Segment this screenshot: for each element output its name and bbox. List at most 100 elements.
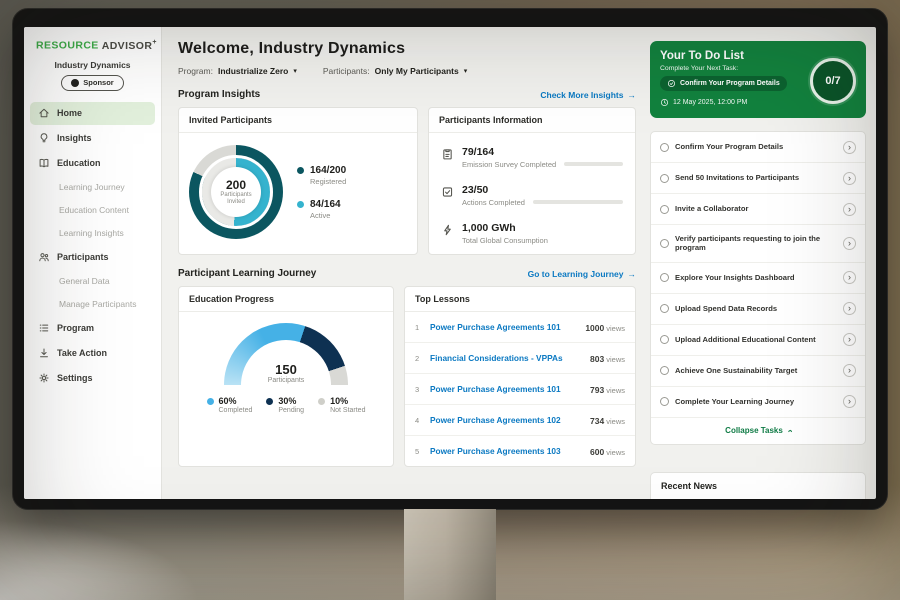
participants-filter-label: Participants: bbox=[323, 66, 370, 76]
task-row[interactable]: Explore Your Insights Dashboard › bbox=[651, 263, 865, 294]
program-insights-header: Program Insights Check More Insights → bbox=[178, 89, 636, 100]
task-label: Explore Your Insights Dashboard bbox=[675, 273, 837, 283]
program-filter[interactable]: Program: Industrialize Zero ▾ bbox=[178, 66, 297, 76]
check-more-insights-link[interactable]: Check More Insights → bbox=[540, 90, 636, 100]
link-label: Check More Insights bbox=[540, 90, 623, 100]
task-row[interactable]: Send 50 Invitations to Participants › bbox=[651, 163, 865, 194]
legend-dot bbox=[266, 398, 273, 405]
sidebar-item-education-content[interactable]: Education Content bbox=[30, 200, 155, 221]
legend-completed: 60% Completed bbox=[207, 396, 253, 414]
task-row[interactable]: Invite a Collaborator › bbox=[651, 194, 865, 225]
lesson-views: 600views bbox=[590, 442, 625, 460]
sidebar-item-manage-participants[interactable]: Manage Participants bbox=[30, 294, 155, 315]
invited-count-label: Participants Invited bbox=[218, 192, 254, 207]
sidebar-item-program[interactable]: Program bbox=[30, 317, 155, 340]
learning-journey-header: Participant Learning Journey Go to Learn… bbox=[178, 268, 636, 279]
lesson-link[interactable]: Power Purchase Agreements 101 bbox=[430, 384, 583, 394]
education-count: 150 bbox=[224, 362, 348, 377]
go-to-learning-journey-link[interactable]: Go to Learning Journey → bbox=[528, 269, 636, 279]
participants-filter[interactable]: Participants: Only My Participants ▾ bbox=[323, 66, 467, 76]
task-checkbox[interactable] bbox=[660, 335, 669, 344]
info-row-consumption: 1,000 GWh Total Global Consumption bbox=[441, 214, 623, 252]
nav-label: Take Action bbox=[57, 348, 107, 358]
sponsor-badge-icon bbox=[71, 79, 79, 87]
sidebar-item-home[interactable]: Home bbox=[30, 102, 155, 125]
task-checkbox[interactable] bbox=[660, 366, 669, 375]
sidebar-item-education[interactable]: Education bbox=[30, 152, 155, 175]
sidebar-item-general-data[interactable]: General Data bbox=[30, 271, 155, 292]
chevron-right-icon[interactable]: › bbox=[843, 333, 856, 346]
background-highlight bbox=[0, 520, 200, 600]
chevron-right-icon[interactable]: › bbox=[843, 302, 856, 315]
progress-bar bbox=[564, 162, 623, 166]
lesson-row: 4 Power Purchase Agreements 102 734views bbox=[405, 405, 635, 436]
task-row[interactable]: Upload Additional Educational Content › bbox=[651, 325, 865, 356]
chevron-right-icon[interactable]: › bbox=[843, 271, 856, 284]
arrow-right-icon: → bbox=[628, 90, 637, 100]
card-title: Education Progress bbox=[179, 287, 393, 312]
brand-logo-secondary: ADVISOR bbox=[102, 40, 153, 52]
task-checkbox[interactable] bbox=[660, 143, 669, 152]
next-task-label: Confirm Your Program Details bbox=[680, 80, 780, 87]
task-checkbox[interactable] bbox=[660, 174, 669, 183]
task-checkbox[interactable] bbox=[660, 273, 669, 282]
participants-filter-value: Only My Participants bbox=[375, 66, 459, 76]
nav-label: Insights bbox=[57, 133, 92, 143]
list-icon bbox=[38, 322, 50, 334]
brand-logo: RESOURCEADVISOR+ bbox=[24, 37, 161, 58]
sponsor-badge[interactable]: Sponsor bbox=[61, 75, 123, 91]
registered-value: 164/200 bbox=[310, 165, 346, 176]
chevron-right-icon[interactable]: › bbox=[843, 237, 856, 250]
task-row[interactable]: Upload Spend Data Records › bbox=[651, 294, 865, 325]
arrow-right-icon: → bbox=[628, 269, 637, 279]
lesson-link[interactable]: Power Purchase Agreements 102 bbox=[430, 415, 583, 425]
chevron-right-icon[interactable]: › bbox=[843, 203, 856, 216]
active-label: Active bbox=[310, 211, 341, 220]
task-row[interactable]: Complete Your Learning Journey › bbox=[651, 387, 865, 418]
task-checkbox[interactable] bbox=[660, 205, 669, 214]
task-label: Send 50 Invitations to Participants bbox=[675, 173, 837, 183]
task-label: Verify participants requesting to join t… bbox=[675, 234, 837, 254]
collapse-tasks-button[interactable]: Collapse Tasks › bbox=[651, 418, 865, 444]
task-label: Achieve One Sustainability Target bbox=[675, 366, 837, 376]
chevron-right-icon[interactable]: › bbox=[843, 395, 856, 408]
not-started-label: Not Started bbox=[330, 407, 365, 414]
main-content: Welcome, Industry Dynamics Program: Indu… bbox=[162, 27, 648, 499]
chevron-right-icon[interactable]: › bbox=[843, 364, 856, 377]
task-row[interactable]: Confirm Your Program Details › bbox=[651, 132, 865, 163]
task-checkbox[interactable] bbox=[660, 397, 669, 406]
sidebar-item-insights[interactable]: Insights bbox=[30, 127, 155, 150]
lessons-list: 1 Power Purchase Agreements 101 1000view… bbox=[405, 312, 635, 466]
home-icon bbox=[38, 107, 50, 119]
legend-pending: 30% Pending bbox=[266, 396, 304, 414]
task-row[interactable]: Achieve One Sustainability Target › bbox=[651, 356, 865, 387]
completed-label: Completed bbox=[219, 407, 253, 414]
consumption-value: 1,000 GWh bbox=[462, 222, 623, 234]
education-count-label: Participants bbox=[224, 377, 348, 384]
sidebar-item-learning-insights[interactable]: Learning Insights bbox=[30, 223, 155, 244]
task-checkbox[interactable] bbox=[660, 239, 669, 248]
card-title: Top Lessons bbox=[405, 287, 635, 312]
lesson-link[interactable]: Power Purchase Agreements 101 bbox=[430, 322, 578, 332]
sidebar-item-participants[interactable]: Participants bbox=[30, 246, 155, 269]
sponsor-badge-label: Sponsor bbox=[83, 78, 113, 87]
sidebar-item-settings[interactable]: Settings bbox=[30, 367, 155, 390]
sidebar-item-take-action[interactable]: Take Action bbox=[30, 342, 155, 365]
task-checkbox[interactable] bbox=[660, 304, 669, 313]
sidebar-item-learning-journey[interactable]: Learning Journey bbox=[30, 177, 155, 198]
registered-label: Registered bbox=[310, 177, 346, 186]
chevron-right-icon[interactable]: › bbox=[843, 172, 856, 185]
check-square-icon bbox=[441, 185, 454, 199]
lesson-link[interactable]: Power Purchase Agreements 103 bbox=[430, 446, 583, 456]
chevron-right-icon[interactable]: › bbox=[843, 141, 856, 154]
task-row[interactable]: Verify participants requesting to join t… bbox=[651, 225, 865, 263]
invited-donut: 200 Participants Invited bbox=[189, 145, 283, 239]
lightbulb-icon bbox=[38, 132, 50, 144]
todo-panel: Your To Do List Complete Your Next Task:… bbox=[648, 27, 876, 499]
pending-label: Pending bbox=[278, 407, 304, 414]
invited-legend: 164/200 Registered 84/164 Active bbox=[297, 165, 346, 220]
completed-value: 60% bbox=[219, 396, 253, 406]
lesson-row: 5 Power Purchase Agreements 103 600views bbox=[405, 436, 635, 466]
lesson-link[interactable]: Financial Considerations - VPPAs bbox=[430, 353, 583, 363]
legend-registered: 164/200 Registered bbox=[297, 165, 346, 186]
